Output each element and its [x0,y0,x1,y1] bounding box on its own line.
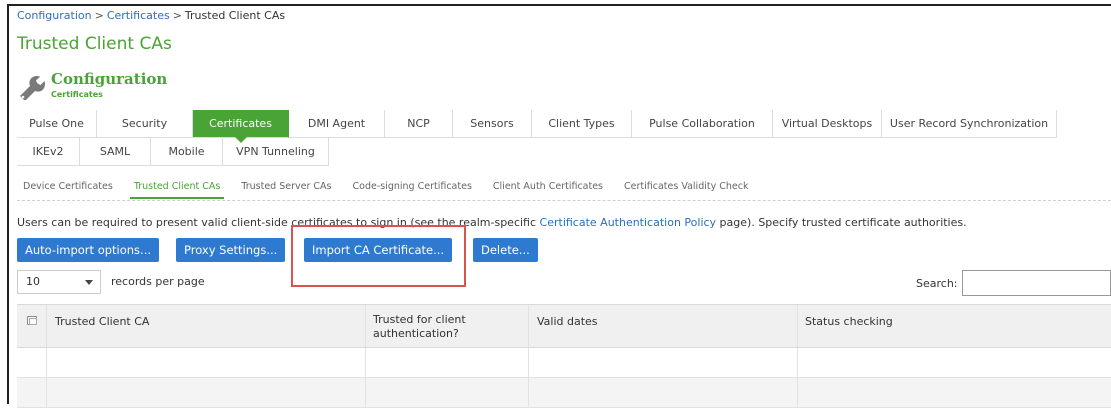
wrench-icon [20,76,45,100]
column-divider [528,305,529,347]
column-trusted-for-client-auth-line-1: Trusted for client [373,313,466,326]
tab-user-record-synchronization[interactable]: User Record Synchronization [882,110,1057,138]
column-divider [46,305,47,347]
column-divider [528,348,529,377]
tab-vpn-tunneling[interactable]: VPN Tunneling [223,138,329,166]
records-per-page-value: 10 [26,275,40,288]
column-divider [797,348,798,377]
table-row [17,348,1111,378]
subtab-certificates-validity-check[interactable]: Certificates Validity Check [624,181,748,199]
config-title: Configuration [51,70,168,88]
auto-import-options-button[interactable]: Auto-import options... [17,238,160,262]
sub-tabs: Device Certificates Trusted Client CAs T… [17,181,769,199]
table-header: Trusted Client CA Trusted for client aut… [17,304,1111,348]
breadcrumb-separator: > [94,9,104,22]
tab-ncp[interactable]: NCP [385,110,453,138]
trusted-client-ca-table: Trusted Client CA Trusted for client aut… [17,304,1111,408]
breadcrumb-certificates[interactable]: Certificates [107,9,170,22]
tab-client-types[interactable]: Client Types [532,110,632,138]
column-valid-dates[interactable]: Valid dates [537,315,598,328]
subtab-device-certificates[interactable]: Device Certificates [23,181,113,199]
column-divider [46,378,47,407]
tab-pulse-one[interactable]: Pulse One [17,110,97,138]
column-divider [365,305,366,347]
tab-mobile[interactable]: Mobile [151,138,223,166]
table-row [17,378,1111,408]
tab-security[interactable]: Security [97,110,193,138]
tab-certificates[interactable]: Certificates [193,110,289,143]
column-divider [365,378,366,407]
column-divider [528,378,529,407]
tab-saml[interactable]: SAML [80,138,151,166]
tab-ikev2[interactable]: IKEv2 [17,138,80,166]
column-divider [365,348,366,377]
tab-pulse-collaboration[interactable]: Pulse Collaboration [632,110,773,138]
breadcrumb-configuration[interactable]: Configuration [17,9,92,22]
records-per-page-label: records per page [111,275,205,288]
subtab-divider [17,200,1111,201]
column-trusted-client-ca[interactable]: Trusted Client CA [55,315,149,328]
proxy-settings-button[interactable]: Proxy Settings... [176,238,286,262]
search-label: Search: [916,277,958,290]
select-all-checkbox-icon[interactable] [27,316,37,325]
page-title: Trusted Client CAs [17,34,172,54]
main-tabs-row-1: Pulse One Security Certificates DMI Agen… [17,110,1057,143]
delete-button[interactable]: Delete... [473,238,538,262]
certificate-authentication-policy-link[interactable]: Certificate Authentication Policy [540,216,717,229]
chevron-down-icon [85,280,93,285]
column-trusted-for-client-auth-line-2: authentication? [373,327,459,340]
breadcrumb: Configuration > Certificates > Trusted Clien… [17,9,285,22]
search-input[interactable] [962,270,1111,296]
subtab-trusted-client-cas[interactable]: Trusted Client CAs [129,181,224,199]
main-tabs-row-2: IKEv2 SAML Mobile VPN Tunneling [17,138,329,166]
config-subtitle: Certificates [51,90,103,99]
column-trusted-for-client-auth[interactable]: Trusted for client authentication? [373,313,466,341]
records-per-page-select[interactable]: 10 [17,270,101,294]
column-divider [797,305,798,347]
subtab-code-signing-certificates[interactable]: Code-signing Certificates [353,181,472,199]
intro-text-after: page). Specify trusted certificate autho… [716,216,967,229]
tab-virtual-desktops[interactable]: Virtual Desktops [773,110,882,138]
tab-sensors[interactable]: Sensors [453,110,532,138]
column-status-checking[interactable]: Status checking [805,315,893,328]
subtab-trusted-server-cas[interactable]: Trusted Server CAs [241,181,331,199]
breadcrumb-separator: > [172,9,182,22]
tab-dmi-agent[interactable]: DMI Agent [289,110,385,138]
column-divider [46,348,47,377]
highlight-annotation-box [291,225,466,287]
subtab-client-auth-certificates[interactable]: Client Auth Certificates [493,181,603,199]
column-divider [797,378,798,407]
breadcrumb-current: Trusted Client CAs [184,9,286,22]
intro-text: Users can be required to present valid c… [17,216,967,229]
